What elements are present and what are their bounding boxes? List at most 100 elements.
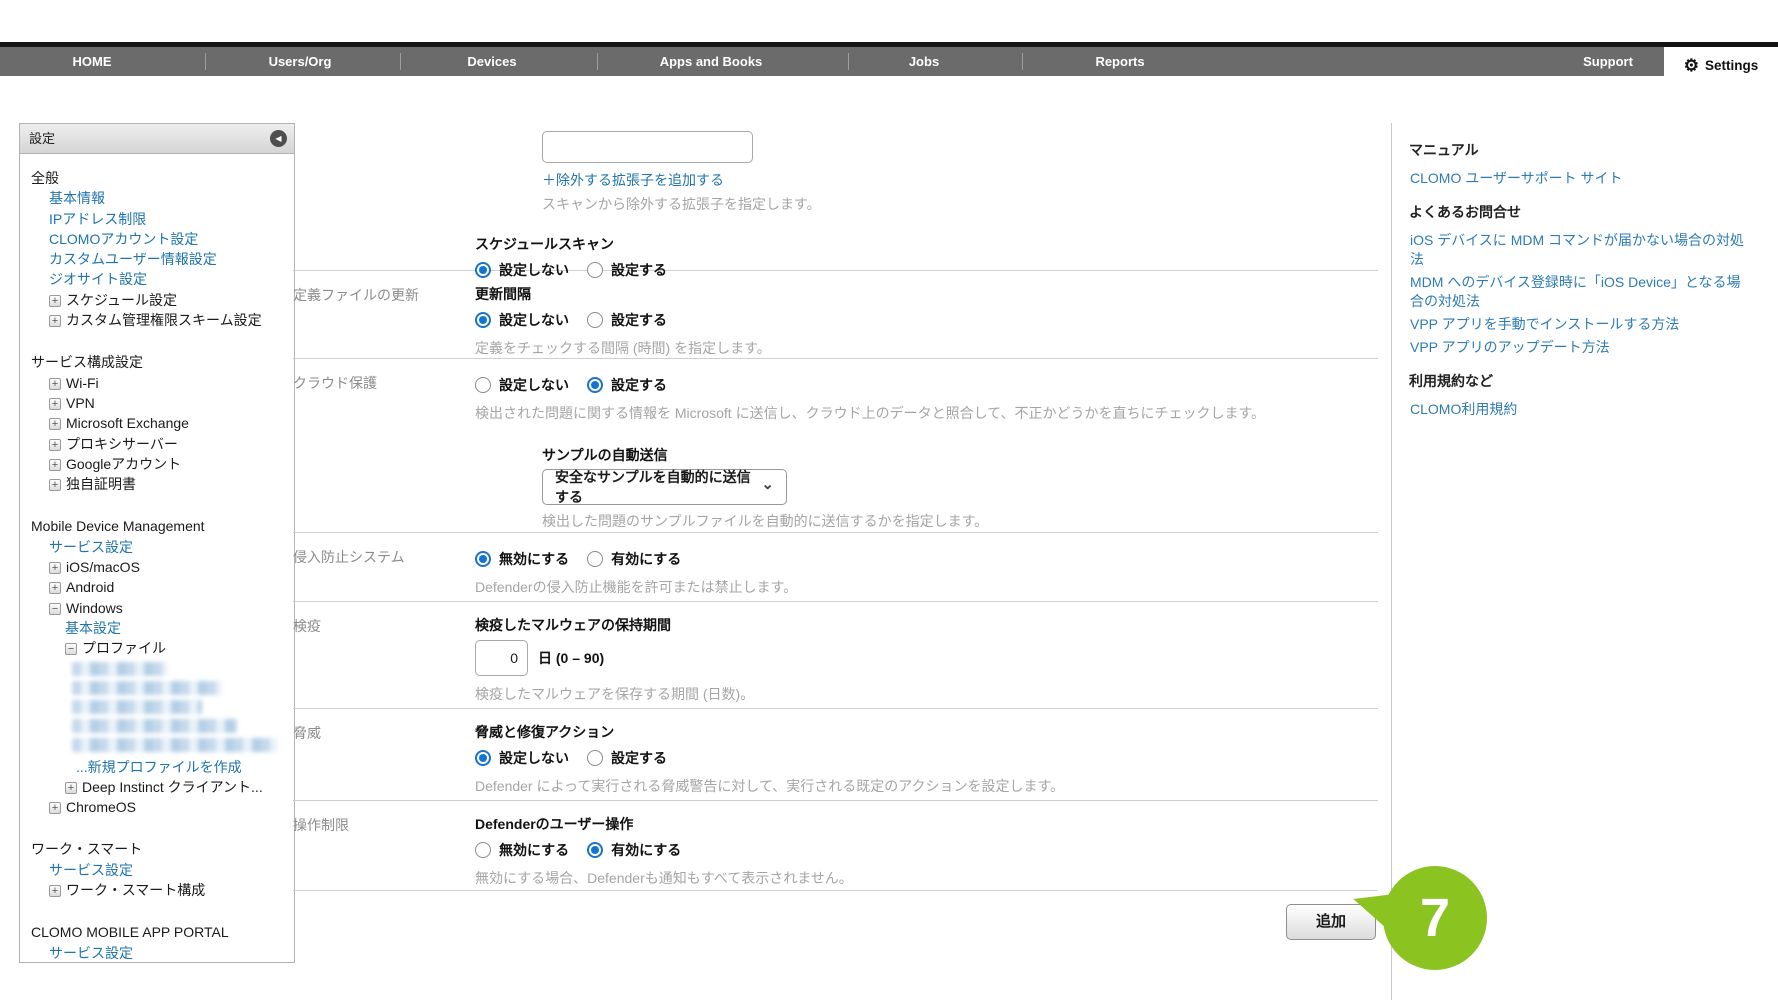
sidebar-item-custom-admin-scheme[interactable]: カスタム管理権限スキーム設定 — [20, 310, 294, 330]
section-intrusion-prevention: 侵入防止システム 無効にする 有効にする Defenderの侵入防止機能を許可ま… — [293, 532, 1378, 601]
expand-icon[interactable] — [49, 885, 61, 897]
sidebar-item-create-new-profile[interactable]: ...新規プロファイルを作成 — [20, 757, 294, 777]
sidebar-item-clomo-account[interactable]: CLOMOアカウント設定 — [20, 229, 294, 249]
radio-selected[interactable] — [475, 262, 491, 278]
redacted-profile-item[interactable] — [72, 662, 167, 676]
redacted-profile-item[interactable] — [72, 700, 202, 714]
collapse-icon[interactable] — [65, 643, 77, 655]
sidebar-item-schedule-settings[interactable]: スケジュール設定 — [20, 290, 294, 310]
sidebar-item-windows[interactable]: Windows — [20, 598, 294, 618]
radio-label[interactable]: 設定しない — [499, 375, 569, 395]
section-cloud-protection: クラウド保護 設定しない 設定する 検出された問題に関する情報を Microso… — [293, 358, 1378, 532]
sidebar-item-google-account[interactable]: Googleアカウント — [20, 454, 294, 474]
sidebar-item-custom-certificate[interactable]: 独自証明書 — [20, 474, 294, 494]
section-label: 定義ファイルの更新 — [293, 271, 475, 358]
radio-selected[interactable] — [587, 842, 603, 858]
redacted-profile-item[interactable] — [72, 738, 277, 752]
retention-days-unit: 日 (0 – 90) — [538, 648, 604, 668]
link-faq-vpp-update[interactable]: VPP アプリのアップデート方法 — [1409, 338, 1750, 357]
sidebar-section-mdm: Mobile Device Management — [20, 516, 294, 536]
operation-restriction-radios: 無効にする 有効にする — [475, 840, 1378, 860]
sidebar-item-map-service-settings[interactable]: サービス設定 — [20, 943, 294, 963]
expand-icon[interactable] — [49, 479, 61, 491]
sidebar-item-custom-user-info[interactable]: カスタムユーザー情報設定 — [20, 249, 294, 269]
expand-icon[interactable] — [49, 439, 61, 451]
radio-unselected[interactable] — [475, 842, 491, 858]
collapse-sidebar-icon[interactable] — [270, 130, 287, 147]
nav-users-org[interactable]: Users/Org — [269, 47, 332, 76]
gear-icon: ⚙ — [1684, 57, 1699, 74]
excluded-extension-input[interactable] — [542, 131, 753, 163]
intrusion-prevention-radios: 無効にする 有効にする — [475, 549, 1378, 569]
nav-devices[interactable]: Devices — [467, 47, 516, 76]
radio-label[interactable]: 有効にする — [611, 840, 681, 860]
sidebar-item-work-smart-config[interactable]: ワーク・スマート構成 — [20, 880, 294, 900]
sidebar-item-vpn[interactable]: VPN — [20, 393, 294, 413]
radio-unselected[interactable] — [587, 551, 603, 567]
radio-label[interactable]: 有効にする — [611, 549, 681, 569]
sidebar-item-geosite[interactable]: ジオサイト設定 — [20, 269, 294, 289]
cloud-protection-radios: 設定しない 設定する — [475, 375, 1378, 395]
sidebar-item-ip-restriction[interactable]: IPアドレス制限 — [20, 209, 294, 229]
sidebar-item-windows-profiles[interactable]: プロファイル — [20, 638, 294, 658]
radio-label[interactable]: 設定しない — [499, 310, 569, 330]
radio-label[interactable]: 設定する — [611, 310, 667, 330]
nav-separator — [1022, 53, 1023, 70]
nav-home[interactable]: HOME — [73, 47, 112, 76]
sidebar-item-windows-basic-settings[interactable]: 基本設定 — [20, 618, 294, 638]
sidebar-item-deep-instinct-client[interactable]: Deep Instinct クライアント... — [20, 777, 294, 797]
expand-icon[interactable] — [49, 459, 61, 471]
collapse-icon[interactable] — [49, 603, 61, 615]
expand-icon[interactable] — [49, 418, 61, 430]
radio-label[interactable]: 無効にする — [499, 549, 569, 569]
nav-support[interactable]: Support — [1583, 47, 1633, 76]
radio-label[interactable]: 設定する — [611, 375, 667, 395]
expand-icon[interactable] — [49, 582, 61, 594]
expand-icon[interactable] — [49, 315, 61, 327]
expand-icon[interactable] — [49, 802, 61, 814]
sidebar-item-chromeos[interactable]: ChromeOS — [20, 797, 294, 817]
sidebar-item-mdm-service-settings[interactable]: サービス設定 — [20, 537, 294, 557]
radio-unselected[interactable] — [587, 312, 603, 328]
expand-icon[interactable] — [49, 562, 61, 574]
chevron-down-icon: ⌄ — [761, 475, 774, 493]
link-clomo-user-support-site[interactable]: CLOMO ユーザーサポート サイト — [1409, 169, 1750, 188]
add-excluded-extension-link[interactable]: ＋除外する拡張子を追加する — [542, 170, 1378, 190]
link-faq-mdm-command-not-delivered[interactable]: iOS デバイスに MDM コマンドが届かない場合の対処法 — [1409, 231, 1750, 269]
link-faq-ios-device-registration[interactable]: MDM へのデバイス登録時に「iOS Device」となる場合の対処法 — [1409, 273, 1750, 311]
sidebar-item-basic-info[interactable]: 基本情報 — [20, 188, 294, 208]
nav-reports[interactable]: Reports — [1095, 47, 1144, 76]
sidebar-item-proxy-server[interactable]: プロキシサーバー — [20, 434, 294, 454]
profile-form: ＋除外する拡張子を追加する スキャンから除外する拡張子を指定します。 スケジュー… — [293, 95, 1378, 951]
radio-unselected[interactable] — [475, 377, 491, 393]
radio-selected[interactable] — [475, 312, 491, 328]
sample-submit-select[interactable]: 安全なサンプルを自動的に送信する ⌄ — [542, 469, 787, 505]
redacted-profile-list[interactable] — [20, 662, 294, 752]
threats-radios: 設定しない 設定する — [475, 748, 1378, 768]
nav-apps-and-books[interactable]: Apps and Books — [660, 47, 763, 76]
expand-icon[interactable] — [49, 398, 61, 410]
section-threats: 脅威 脅威と修復アクション 設定しない 設定する Defender によって実行… — [293, 708, 1378, 800]
retention-days-input[interactable]: 0 — [475, 640, 528, 676]
radio-selected[interactable] — [587, 377, 603, 393]
radio-label[interactable]: 設定しない — [499, 748, 569, 768]
radio-label[interactable]: 設定する — [611, 748, 667, 768]
tab-settings[interactable]: ⚙ Settings — [1664, 47, 1778, 84]
link-clomo-terms[interactable]: CLOMO利用規約 — [1409, 400, 1750, 419]
radio-selected[interactable] — [475, 750, 491, 766]
radio-selected[interactable] — [475, 551, 491, 567]
sidebar-item-ios-macos[interactable]: iOS/macOS — [20, 557, 294, 577]
expand-icon[interactable] — [49, 295, 61, 307]
expand-icon[interactable] — [65, 782, 77, 794]
sidebar-item-wifi[interactable]: Wi-Fi — [20, 373, 294, 393]
sidebar-item-android[interactable]: Android — [20, 577, 294, 597]
radio-unselected[interactable] — [587, 750, 603, 766]
redacted-profile-item[interactable] — [72, 681, 222, 695]
sidebar-item-ms-exchange[interactable]: Microsoft Exchange — [20, 413, 294, 433]
nav-jobs[interactable]: Jobs — [909, 47, 939, 76]
expand-icon[interactable] — [49, 378, 61, 390]
redacted-profile-item[interactable] — [72, 719, 237, 733]
sidebar-item-work-smart-service-settings[interactable]: サービス設定 — [20, 860, 294, 880]
radio-label[interactable]: 無効にする — [499, 840, 569, 860]
link-faq-vpp-manual-install[interactable]: VPP アプリを手動でインストールする方法 — [1409, 315, 1750, 334]
